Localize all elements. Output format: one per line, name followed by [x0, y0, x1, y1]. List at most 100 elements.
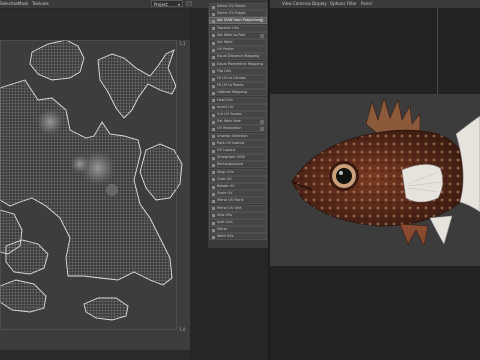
uv-relaxation-icon	[212, 127, 215, 131]
tool-weld-uvs[interactable]: Weld UVs	[209, 233, 267, 241]
tool-sew-uvs[interactable]: Sew UVs	[209, 211, 267, 219]
tool-pack-uv-islands[interactable]: Pack UV Islands	[209, 139, 267, 147]
tool-set-uvw-from-projection[interactable]: Set UVW from Projection ⚙	[209, 17, 267, 25]
tool-equal-distance-mapping[interactable]: Equal Distance Mapping	[209, 53, 267, 61]
tool-label: Select UV Edges	[217, 11, 246, 16]
fit-uv-to-points-icon	[212, 84, 215, 88]
fit-uv-to-canvas-icon	[212, 77, 215, 81]
projection-dropdown[interactable]: Project ▾	[151, 0, 183, 7]
tool-label: Equal Parametric Mapping	[217, 61, 263, 66]
tool-label: Mirror UV Vert	[217, 205, 242, 210]
uv-island-tail[interactable]	[97, 49, 177, 119]
tool-mirror[interactable]: Mirror	[209, 226, 267, 234]
tool-transfer-uvs[interactable]: Transfer UVs	[209, 24, 267, 32]
tool-fit-uv-to-points[interactable]: Fit UV to Points	[209, 82, 267, 90]
tool-label: Scale UV	[217, 191, 233, 196]
tool-cut-uv-seams[interactable]: Cut UV Seams	[209, 111, 267, 118]
mirror-uv-horiz-icon	[212, 199, 215, 203]
select-uv-edges-icon	[212, 12, 215, 16]
uv-layout-icon	[212, 149, 215, 153]
viewport-upper-area	[270, 8, 480, 94]
invert-uv-icon	[212, 106, 215, 110]
tool-label: Weld UVs	[217, 234, 234, 239]
chevron-down-icon: ▾	[177, 2, 180, 7]
tool-label: Fit UV to Canvas	[217, 76, 246, 80]
pack-uv-islands-icon	[212, 142, 215, 146]
tool-label: Set Weld Pole	[217, 119, 241, 124]
uv-island-left-fin-2[interactable]	[5, 239, 49, 275]
menu-textures[interactable]: Textures	[32, 0, 49, 8]
tool-rectangularize[interactable]: Rectangularize	[209, 161, 267, 169]
tool-label: Straighten UVW	[217, 155, 245, 160]
menu-selection[interactable]: Selection	[0, 0, 18, 8]
viewport-menu-cameras[interactable]: Cameras	[293, 0, 311, 8]
tool-set-weld-to-pole[interactable]: Set Weld to Pole	[209, 31, 267, 39]
toolbar-toggle-button[interactable]	[186, 1, 192, 6]
tool-label: UV Peeler	[217, 47, 234, 52]
tool-label: Pack UV Islands	[217, 140, 245, 145]
uv-island-pectoral-fin[interactable]	[139, 143, 183, 201]
transfer-uvs-icon	[212, 27, 215, 31]
options-box-icon[interactable]	[260, 120, 264, 125]
tool-set-weld-pole[interactable]: Set Weld Pole	[209, 118, 267, 126]
tool-fit-uv-to-canvas[interactable]: Fit UV to Canvas	[209, 75, 267, 82]
tool-align-uvs[interactable]: Align UVs	[209, 168, 267, 176]
tool-grab-uv[interactable]: Grab UV	[209, 175, 267, 183]
tool-mirror-uv-vert[interactable]: Mirror UV Vert	[209, 204, 267, 212]
unwrap-selection-icon	[212, 135, 215, 139]
viewport-menu-display[interactable]: Display	[312, 0, 327, 8]
viewport-menu-options[interactable]: Options	[330, 0, 345, 8]
tool-split-uvs[interactable]: Split UVs	[209, 219, 267, 226]
uv-island-anal-fin[interactable]	[83, 297, 129, 321]
tool-label: Equal Distance Mapping	[217, 54, 260, 59]
viewport-menu-view[interactable]: View	[282, 0, 292, 8]
tool-label: Align UVs	[217, 169, 234, 174]
tool-label: Set UVW from Projection	[217, 18, 260, 23]
set-weld-to-pole-icon	[212, 34, 215, 38]
fish-3d-model[interactable]	[288, 94, 480, 266]
scale-uv-icon	[212, 192, 215, 196]
tool-equal-parametric-mapping[interactable]: Equal Parametric Mapping	[209, 60, 267, 68]
tool-unwrap-selection[interactable]: Unwrap Selection	[209, 132, 267, 140]
uv-island-dorsal-fin[interactable]	[29, 40, 85, 81]
viewport-menu-filter[interactable]: Filter	[347, 0, 357, 8]
tool-label: Cut UV Seams	[217, 112, 242, 116]
tool-label: Flip UVs	[217, 68, 232, 73]
gear-icon[interactable]: ⚙	[260, 19, 264, 24]
tool-mirror-uv-horiz[interactable]: Mirror UV Horiz	[209, 197, 267, 205]
tool-straighten-uvw[interactable]: Straighten UVW	[209, 154, 267, 162]
tool-label: Rotate UV	[217, 184, 235, 188]
cut-uv-seams-icon	[212, 113, 215, 117]
tool-scale-uv[interactable]: Scale UV	[209, 190, 267, 198]
uv-peeler-icon	[212, 48, 215, 52]
tool-label: Select UV Points	[217, 4, 246, 8]
fish-eye	[329, 161, 359, 191]
tool-select-uv-edges[interactable]: Select UV Edges	[209, 10, 267, 18]
menu-mask[interactable]: Mask	[18, 0, 28, 8]
tool-label: Set Weld	[217, 40, 233, 44]
pelvic-fin	[399, 223, 429, 247]
tool-invert-uv[interactable]: Invert UV	[209, 103, 267, 111]
tool-flip-uvs[interactable]: Flip UVs	[209, 67, 267, 75]
tool-uv-relaxation[interactable]: UV Relaxation	[209, 125, 267, 133]
tool-rotate-uv[interactable]: Rotate UV	[209, 183, 267, 190]
uv-island-left-fin-3[interactable]	[0, 279, 47, 313]
sew-uvs-icon	[212, 214, 215, 218]
options-box-icon[interactable]	[260, 127, 264, 132]
tool-label: Mirror	[217, 227, 228, 232]
split-uvs-icon	[212, 221, 215, 225]
tool-uv-layout[interactable]: UV Layout	[209, 147, 267, 154]
set-weld-pole-icon	[212, 120, 215, 124]
tool-set-weld[interactable]: Set Weld	[209, 39, 267, 46]
heal-uvs-icon	[212, 99, 215, 103]
tool-optimal-mapping[interactable]: Optimal Mapping	[209, 89, 267, 97]
tool-heal-uvs[interactable]: Heal UVs	[209, 96, 267, 104]
tool-label: Optimal Mapping	[217, 90, 247, 95]
options-box-icon[interactable]	[260, 33, 264, 38]
select-uv-points-icon	[212, 5, 215, 9]
tool-label: Split UVs	[217, 220, 233, 224]
tool-uv-peeler[interactable]: UV Peeler	[209, 46, 267, 54]
tool-select-uv-points[interactable]: Select UV Points	[209, 3, 267, 10]
flip-uvs-icon	[212, 70, 215, 74]
viewport-menu-panel[interactable]: Panel	[361, 0, 372, 8]
